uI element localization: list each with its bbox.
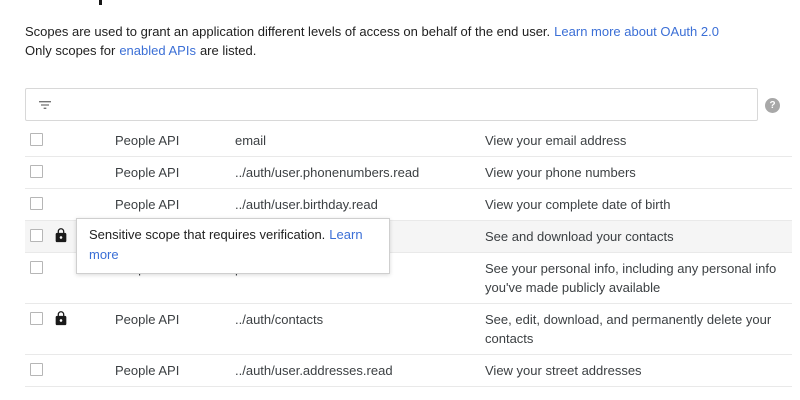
oauth-scopes-page: { "page": { "intro_line1": "Scopes are u… (0, 0, 800, 400)
tooltip-text: Sensitive scope that requires verificati… (89, 227, 325, 242)
row-checkbox[interactable] (30, 197, 43, 210)
table-row: People API ../auth/user.birthday.read Vi… (25, 189, 792, 221)
table-row: People API email View your email address (25, 125, 792, 157)
row-checkbox[interactable] (30, 165, 43, 178)
row-checkbox[interactable] (30, 133, 43, 146)
description-cell: See your personal info, including any pe… (485, 253, 793, 303)
description-cell: See, edit, download, and permanently del… (485, 304, 793, 354)
row-checkbox[interactable] (30, 261, 43, 274)
scope-cell: ../auth/user.birthday.read (235, 195, 378, 214)
description-cell: View your phone numbers (485, 157, 793, 188)
intro-line2-prefix: Only scopes for (25, 43, 115, 58)
table-row: People API ../auth/user.addresses.read V… (25, 355, 792, 387)
api-name-cell: People API (115, 195, 179, 214)
intro-text: Scopes are used to grant an application … (25, 22, 719, 60)
description-cell: View your complete date of birth (485, 189, 793, 220)
help-icon[interactable]: ? (765, 98, 780, 113)
api-name-cell: People API (115, 163, 179, 182)
enabled-apis-link[interactable]: enabled APIs (119, 43, 196, 58)
row-checkbox[interactable] (30, 312, 43, 325)
api-name-cell: People API (115, 310, 179, 329)
table-row: People API ../auth/user.phonenumbers.rea… (25, 157, 792, 189)
oauth-learn-more-link[interactable]: Learn more about OAuth 2.0 (554, 24, 719, 39)
scope-cell: ../auth/user.phonenumbers.read (235, 163, 419, 182)
filter-input[interactable] (62, 89, 746, 120)
table-row: People API ../auth/contacts See, edit, d… (25, 304, 792, 355)
row-checkbox[interactable] (30, 363, 43, 376)
description-cell: View your street addresses (485, 355, 793, 386)
scope-cell: ../auth/contacts (235, 310, 323, 329)
intro-line2-suffix: are listed. (200, 43, 256, 58)
filter-icon (37, 97, 53, 113)
lock-icon (53, 226, 69, 245)
api-name-cell: People API (115, 361, 179, 380)
lock-icon (53, 309, 69, 328)
scope-cell: ../auth/user.addresses.read (235, 361, 393, 380)
clipped-heading-fragment (99, 0, 102, 5)
sensitive-scope-tooltip: Sensitive scope that requires verificati… (76, 218, 390, 274)
scope-cell: email (235, 131, 266, 150)
scope-filter-box[interactable] (25, 88, 758, 121)
intro-line1: Scopes are used to grant an application … (25, 24, 550, 39)
row-checkbox[interactable] (30, 229, 43, 242)
description-cell: View your email address (485, 125, 793, 156)
api-name-cell: People API (115, 131, 179, 150)
description-cell: See and download your contacts (485, 221, 793, 252)
